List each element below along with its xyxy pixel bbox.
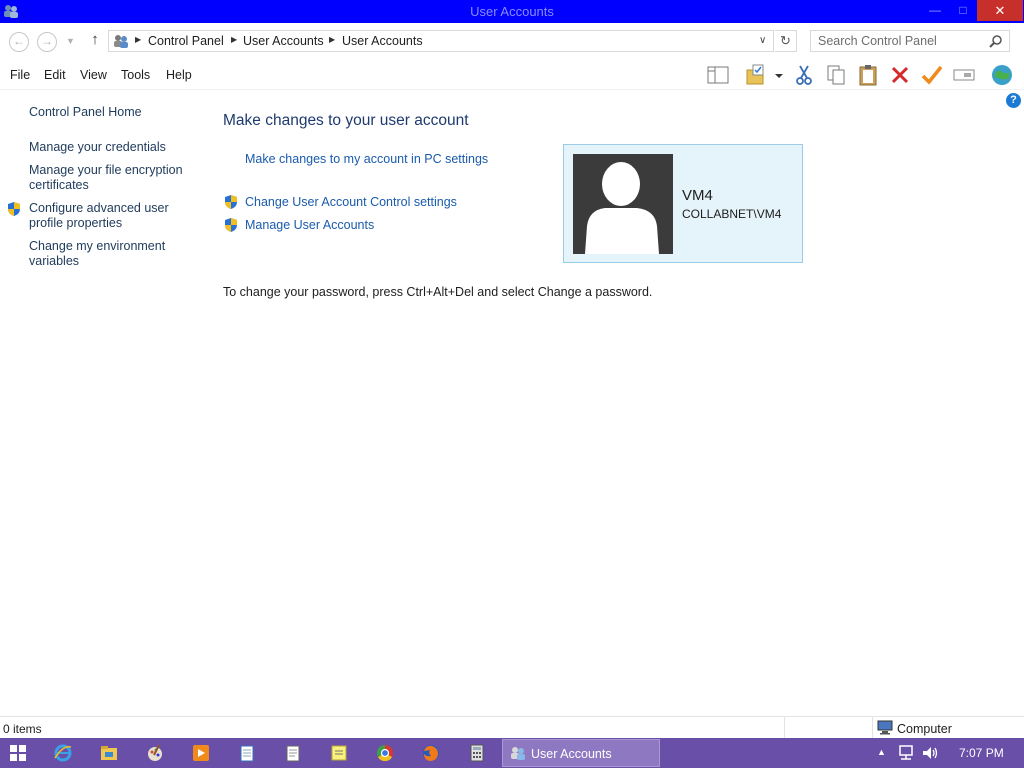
folder-options-icon[interactable] <box>744 63 768 87</box>
uac-shield-icon <box>225 218 237 232</box>
notepad-icon[interactable] <box>237 743 257 763</box>
taskbar-user-accounts-button[interactable]: User Accounts <box>502 739 660 767</box>
control-panel-home-link[interactable]: Control Panel Home <box>29 105 197 120</box>
menu-file[interactable]: File <box>10 68 30 82</box>
network-icon[interactable] <box>897 744 915 762</box>
window-title: User Accounts <box>470 4 554 19</box>
delete-icon[interactable] <box>888 63 912 87</box>
avatar <box>573 154 673 254</box>
taskbar: User Accounts ▲ 7:07 PM <box>0 738 1024 768</box>
recent-locations-dropdown[interactable]: ▼ <box>66 36 75 46</box>
paint-icon[interactable] <box>145 743 165 763</box>
volume-icon[interactable] <box>921 744 939 762</box>
address-toolbar: ← → ▼ ↑ ▶ Control Panel ▶ User Accounts … <box>0 23 1024 60</box>
status-divider <box>784 717 785 738</box>
manage-credentials-link[interactable]: Manage your credentials <box>29 140 197 155</box>
breadcrumb-separator[interactable]: ▶ <box>135 35 141 44</box>
user-accounts-taskbar-icon <box>511 747 525 760</box>
account-domain: COLLABNET\VM4 <box>682 207 782 221</box>
manage-encryption-certificates-link[interactable]: Manage your file encryption certificates <box>29 163 189 193</box>
breadcrumb-separator[interactable]: ▶ <box>329 35 335 44</box>
configure-profile-properties-link[interactable]: Configure advanced user profile properti… <box>29 201 179 231</box>
uac-shield-icon <box>225 195 237 209</box>
address-dropdown-button[interactable]: ∨ <box>759 35 766 46</box>
search-icon[interactable] <box>989 34 1003 48</box>
menu-edit[interactable]: Edit <box>44 68 66 82</box>
cut-icon[interactable] <box>792 63 816 87</box>
status-bar: 0 items Computer <box>0 716 1024 738</box>
account-name: VM4 <box>682 187 713 204</box>
wordpad-icon[interactable] <box>283 743 303 763</box>
close-button[interactable]: ✕ <box>977 0 1023 21</box>
menu-view[interactable]: View <box>80 68 107 82</box>
minimize-button[interactable]: — <box>922 0 948 21</box>
menu-bar: File Edit View Tools Help <box>0 60 1024 90</box>
clock[interactable]: 7:07 PM <box>959 746 1004 760</box>
up-button[interactable]: ↑ <box>87 31 103 51</box>
uac-settings-link[interactable]: Change User Account Control settings <box>245 195 457 209</box>
internet-explorer-icon[interactable] <box>53 743 73 763</box>
rename-icon[interactable] <box>952 63 976 87</box>
user-silhouette-icon <box>585 162 659 254</box>
change-environment-variables-link[interactable]: Change my environment variables <box>29 239 179 269</box>
breadcrumb-user-accounts[interactable]: User Accounts <box>243 34 324 48</box>
password-info-text: To change your password, press Ctrl+Alt+… <box>223 285 653 299</box>
pc-settings-link[interactable]: Make changes to my account in PC setting… <box>245 152 488 166</box>
menu-tools[interactable]: Tools <box>121 68 150 82</box>
page-title: Make changes to your user account <box>223 112 469 129</box>
properties-check-icon[interactable] <box>920 63 944 87</box>
forward-button[interactable]: → <box>37 32 57 52</box>
manage-user-accounts-link[interactable]: Manage User Accounts <box>245 218 374 232</box>
refresh-button[interactable]: ↻ <box>775 30 797 52</box>
show-hidden-icons-button[interactable]: ▲ <box>877 747 886 757</box>
computer-icon <box>877 720 893 735</box>
breadcrumb-control-panel[interactable]: Control Panel <box>148 34 224 48</box>
chrome-icon[interactable] <box>375 743 395 763</box>
layout-icon[interactable] <box>706 63 730 87</box>
address-bar[interactable]: ▶ Control Panel ▶ User Accounts ▶ User A… <box>108 30 774 52</box>
search-box[interactable] <box>810 30 1010 52</box>
title-bar: User Accounts — □ ✕ <box>0 0 1024 23</box>
file-explorer-icon[interactable] <box>99 743 119 763</box>
firefox-icon[interactable] <box>421 743 441 763</box>
search-input[interactable] <box>811 31 987 51</box>
back-button[interactable]: ← <box>9 32 29 52</box>
uac-shield-icon <box>8 202 20 216</box>
help-icon[interactable]: ? <box>1006 93 1021 108</box>
control-panel-icon <box>114 35 128 48</box>
maximize-button[interactable]: □ <box>950 0 976 21</box>
breadcrumb-separator[interactable]: ▶ <box>231 35 237 44</box>
folder-options-dropdown-icon[interactable] <box>772 63 786 87</box>
calculator-icon[interactable] <box>467 743 487 763</box>
taskbar-task-label: User Accounts <box>531 747 612 761</box>
status-divider <box>872 717 873 738</box>
status-zone: Computer <box>897 722 952 736</box>
breadcrumb-user-accounts-current[interactable]: User Accounts <box>342 34 423 48</box>
sticky-notes-icon[interactable] <box>329 743 349 763</box>
copy-icon[interactable] <box>824 63 848 87</box>
paste-icon[interactable] <box>856 63 880 87</box>
globe-icon[interactable] <box>990 63 1014 87</box>
account-tile: VM4 COLLABNET\VM4 <box>563 144 803 263</box>
menu-help[interactable]: Help <box>166 68 192 82</box>
media-player-icon[interactable] <box>191 743 211 763</box>
item-count: 0 items <box>3 722 42 736</box>
windows-start-icon[interactable] <box>10 745 26 761</box>
